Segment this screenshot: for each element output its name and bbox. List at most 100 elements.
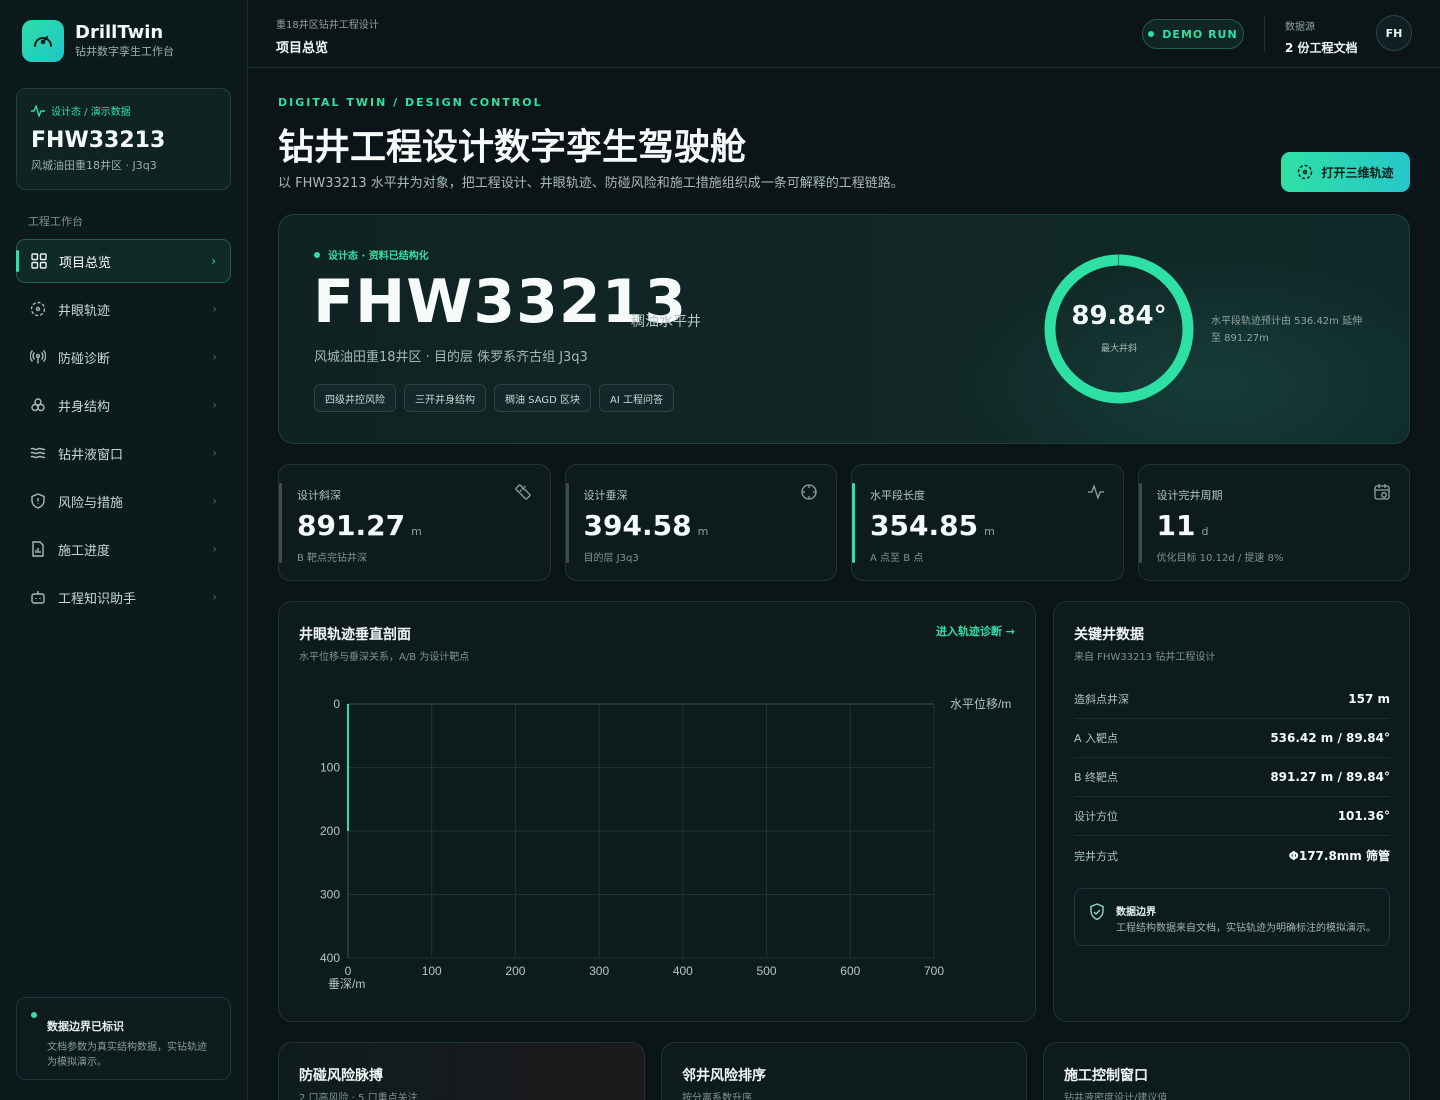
- y-tick-label: 300: [320, 888, 340, 902]
- trajectory-chart[interactable]: 0 100 200 300 400 500 600 700 0 100 200 300 400 水平位…: [279, 602, 1037, 1023]
- chevron-right-icon: ›: [212, 590, 217, 604]
- shield-icon: [28, 491, 48, 511]
- chevron-right-icon: ›: [212, 302, 217, 316]
- gauge-note: 水平段轨迹预计由 536.42m 延伸至 891.27m: [1211, 316, 1363, 344]
- page-title: 钻井工程设计数字孪生驾驶舱: [278, 127, 747, 168]
- panel-subtitle: 钻井液密度设计/建议值: [1064, 1093, 1168, 1100]
- chevron-right-icon: ›: [212, 542, 217, 556]
- chip[interactable]: 三开井身结构: [404, 384, 486, 412]
- metric-card[interactable]: 水平段长度 354.85 m A 点至 B 点: [851, 464, 1124, 581]
- nav-section-label: 工程工作台: [28, 215, 83, 228]
- construction-window-panel[interactable]: 施工控制窗口 钻井液密度设计/建议值: [1043, 1042, 1410, 1100]
- sidebar-item-assistant[interactable]: 工程知识助手 ›: [16, 575, 231, 619]
- metric-sub: 目的层 J3q3: [583, 553, 639, 564]
- well-card-tag: 设计态 / 演示数据: [51, 107, 131, 118]
- page-kicker: DIGITAL TWIN / DESIGN CONTROL: [278, 96, 543, 109]
- metric-value: 11: [1156, 509, 1196, 542]
- metric-card[interactable]: 设计斜深 891.27 m B 靶点完钻井深: [278, 464, 551, 581]
- status-dot-icon: [1148, 31, 1155, 37]
- sidebar-item-anticollision[interactable]: 防碰诊断 ›: [16, 335, 231, 379]
- demo-run-badge[interactable]: DEMO RUN: [1142, 19, 1244, 49]
- sidebar-item-mud-window[interactable]: 钻井液窗口 ›: [16, 431, 231, 475]
- chip[interactable]: 稠油 SAGD 区块: [494, 384, 592, 412]
- sidebar-item-casing[interactable]: 井身结构 ›: [16, 383, 231, 427]
- data-boundary-box: 数据边界 工程结构数据来自文档，实钻轨迹为明确标注的模拟演示。: [1074, 888, 1390, 946]
- metric-cards: 设计斜深 891.27 m B 靶点完钻井深 设计垂深 394.58 m 目的层 J…: [278, 464, 1410, 581]
- chip[interactable]: AI 工程问答: [599, 384, 674, 412]
- metric-unit: d: [1201, 525, 1209, 538]
- sidebar-item-risk[interactable]: 风险与措施 ›: [16, 479, 231, 523]
- sidebar-item-overview[interactable]: 项目总览 ›: [16, 239, 231, 283]
- well-card-location: 风城油田重18井区 · J3q3: [31, 159, 157, 172]
- hero-well-type: 稠油水平井: [631, 314, 701, 330]
- x-tick-label: 600: [840, 964, 860, 978]
- topbar: 重18井区钻井工程设计 项目总览 DEMO RUN 数据源 2 份工程文档 FH: [248, 0, 1440, 68]
- waves-icon: [28, 443, 48, 463]
- metric-card[interactable]: 设计完井周期 11 d 优化目标 10.12d / 提速 8%: [1137, 464, 1410, 581]
- metric-unit: m: [411, 525, 422, 538]
- sidebar-nav: 项目总览 › 井眼轨迹 › 防碰诊断 › 井身结构 › 钻井液窗口 › 风险与措…: [16, 239, 231, 623]
- data-boundary-notice: 数据边界已标识 文档参数为真实结构数据，实钻轨迹为模拟演示。: [16, 997, 231, 1080]
- panel-subtitle: 来自 FHW33213 钻井工程设计: [1074, 652, 1216, 663]
- max-inclination-gauge: 89.84° 最大井斜: [1043, 253, 1195, 405]
- brand-title: DrillTwin: [75, 22, 164, 43]
- status-dot-icon: [314, 251, 320, 258]
- hero-status: 设计态 · 资料已结构化: [314, 247, 429, 262]
- sidebar-item-progress[interactable]: 施工进度 ›: [16, 527, 231, 571]
- sidebar-item-label: 钻井液窗口: [58, 447, 124, 463]
- hero-chips: 四级井控风险 三开井身结构 稠油 SAGD 区块 AI 工程问答: [314, 384, 674, 412]
- y-axis-label: 垂深/m: [328, 977, 365, 991]
- metric-label: 设计斜深: [297, 489, 341, 502]
- brand[interactable]: DrillTwin 钻井数字孪生工作台: [22, 20, 174, 62]
- key-data-row: B 终靶点 891.27 m / 89.84°: [1074, 758, 1390, 797]
- sidebar-item-label: 防碰诊断: [58, 351, 111, 367]
- file-chart-icon: [28, 539, 48, 559]
- panel-subtitle: 按分离系数升序: [682, 1093, 752, 1100]
- boundary-title: 数据边界: [1116, 907, 1156, 918]
- data-source-value: 2 份工程文档: [1285, 41, 1358, 55]
- avatar[interactable]: FH: [1376, 15, 1412, 51]
- chip[interactable]: 四级井控风险: [314, 384, 396, 412]
- panel-title: 施工控制窗口: [1064, 1068, 1148, 1084]
- chevron-right-icon: ›: [212, 398, 217, 412]
- radar-icon: [28, 347, 48, 367]
- x-tick-label: 700: [924, 964, 944, 978]
- metric-unit: m: [697, 525, 709, 538]
- metric-value: 891.27: [297, 509, 406, 542]
- collision-pulse-panel[interactable]: 防碰风险脉搏 2 口高风险 · 5 口重点关注: [278, 1042, 645, 1100]
- bot-icon: [28, 587, 48, 607]
- sidebar-item-trajectory[interactable]: 井眼轨迹 ›: [16, 287, 231, 331]
- chevron-right-icon: ›: [212, 350, 217, 364]
- well-card[interactable]: 设计态 / 演示数据 FHW33213 风城油田重18井区 · J3q3: [16, 88, 231, 190]
- divider: [1264, 16, 1265, 52]
- chevron-right-icon: ›: [212, 446, 217, 460]
- data-source[interactable]: 数据源 2 份工程文档: [1285, 18, 1358, 56]
- metric-card[interactable]: 设计垂深 394.58 m 目的层 J3q3: [564, 464, 837, 581]
- target-icon: [1298, 164, 1313, 180]
- shield-check-icon: [1089, 903, 1105, 925]
- metric-value: 354.85: [870, 509, 979, 542]
- panel-title: 防碰风险脉搏: [299, 1068, 383, 1084]
- boundary-desc: 工程结构数据来自文档，实钻轨迹为明确标注的模拟演示。: [1116, 923, 1376, 934]
- gauge-logo-icon: [22, 20, 64, 62]
- open-3d-trajectory-button[interactable]: 打开三维轨迹: [1281, 152, 1410, 192]
- key-data-row: A 入靶点 536.42 m / 89.84°: [1074, 719, 1390, 758]
- x-tick-label: 300: [589, 964, 609, 978]
- key-data-row: 完井方式 Φ177.8mm 筛管: [1074, 849, 1390, 863]
- notice-desc: 文档参数为真实结构数据，实钻轨迹为模拟演示。: [47, 1042, 207, 1068]
- sidebar-item-label: 风险与措施: [58, 495, 124, 511]
- panel-title: 邻井风险排序: [682, 1068, 766, 1084]
- metric-sub: 优化目标 10.12d / 提速 8%: [1156, 553, 1284, 564]
- sidebar: DrillTwin 钻井数字孪生工作台 设计态 / 演示数据 FHW33213 …: [0, 0, 248, 1100]
- metric-label: 水平段长度: [870, 489, 925, 502]
- x-tick-label: 100: [422, 964, 442, 978]
- offset-well-ranking-panel[interactable]: 邻井风险排序 按分离系数升序: [661, 1042, 1027, 1100]
- calendar-icon: [1373, 483, 1391, 505]
- breadcrumb-parent[interactable]: 重18井区钻井工程设计: [276, 16, 379, 31]
- metric-label: 设计垂深: [583, 489, 628, 502]
- y-tick-label: 400: [320, 951, 340, 965]
- well-card-id: FHW33213: [31, 128, 166, 153]
- chevron-right-icon: ›: [211, 254, 216, 268]
- key-data-row: 设计方位 101.36°: [1074, 797, 1390, 836]
- pulse-icon: [31, 104, 45, 117]
